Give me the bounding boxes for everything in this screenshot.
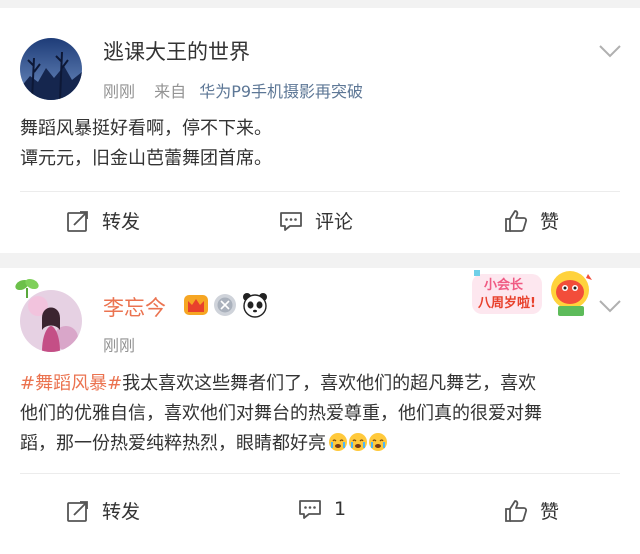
badge-text-2: 八周岁啦! (478, 296, 536, 311)
post-text-line: 谭元元，旧金山芭蕾舞团首席。 (20, 148, 272, 169)
medal-icon[interactable] (213, 293, 237, 317)
comment-label: 评论 (315, 211, 354, 233)
comment-button[interactable]: 1 (298, 497, 346, 521)
post-time: 刚刚 (103, 336, 136, 355)
like-icon (505, 209, 528, 232)
avatar[interactable] (20, 290, 82, 352)
source-link[interactable]: 华为P9手机摄影再突破 (199, 82, 363, 101)
post-text-segment: 我太喜欢这些舞者们了，喜欢他们的超凡舞艺，喜欢 (122, 373, 537, 394)
post-text-segment: 蹈，那一份热爱纯粹热烈，眼睛都好亮 (20, 433, 326, 454)
badge-text-1: 小会长 (484, 278, 524, 293)
repost-button[interactable]: 转发 (66, 207, 140, 234)
like-label: 赞 (540, 501, 560, 523)
post-text: 舞蹈风暴挺好看啊，停不下来。 谭元元，旧金山芭蕾舞团首席。 (20, 114, 620, 174)
post-meta: 刚刚 来自 华为P9手机摄影再突破 (103, 78, 363, 102)
like-button[interactable]: 赞 (504, 207, 559, 234)
like-icon (505, 499, 528, 522)
post-text-line: 舞蹈风暴挺好看啊，停不下来。 (20, 118, 272, 139)
repost-label: 转发 (102, 501, 141, 523)
repost-button[interactable]: 转发 (66, 497, 140, 524)
source-prefix: 来自 (154, 82, 187, 101)
repost-icon (67, 210, 88, 232)
crying-emoji-icon (369, 433, 387, 451)
post-text: #舞蹈风暴#我太喜欢这些舞者们了，喜欢他们的超凡舞艺，喜欢 他们的优雅自信，喜欢… (20, 369, 620, 459)
username[interactable]: 逃课大王的世界 (103, 36, 250, 66)
chevron-down-icon[interactable] (598, 299, 622, 313)
anniversary-badge[interactable]: 小会长 八周岁啦! (468, 268, 596, 318)
post-text-line: 他们的优雅自信，喜欢他们对舞台的热爱尊重，他们真的很爱对舞 (20, 403, 542, 424)
username[interactable]: 李忘今 (103, 292, 166, 322)
topic-link[interactable]: #舞蹈风暴# (20, 373, 122, 394)
like-button[interactable]: 赞 (504, 497, 559, 524)
comment-icon (280, 211, 302, 231)
like-label: 赞 (540, 211, 560, 233)
repost-label: 转发 (102, 211, 141, 233)
post-card-2: 李忘今 小会长 八周岁啦! 刚刚 #舞蹈风暴#我太喜欢这些舞者们了，喜欢他们的超… (0, 268, 640, 554)
divider (20, 191, 620, 192)
avatar[interactable] (20, 38, 82, 100)
comment-button[interactable]: 评论 (279, 207, 353, 234)
divider (20, 473, 620, 474)
repost-icon (67, 500, 88, 522)
post-text-line: 蹈，那一份热爱纯粹热烈，眼睛都好亮 (20, 429, 620, 459)
crying-emoji-icon (349, 433, 367, 451)
post-card-1: 逃课大王的世界 刚刚 来自 华为P9手机摄影再突破 舞蹈风暴挺好看啊，停不下来。… (0, 8, 640, 253)
post-time: 刚刚 (103, 82, 136, 101)
crying-emoji-icon (329, 433, 347, 451)
panda-icon[interactable] (242, 292, 268, 318)
post-text-line: #舞蹈风暴#我太喜欢这些舞者们了，喜欢他们的超凡舞艺，喜欢 (20, 369, 620, 399)
chevron-down-icon[interactable] (598, 44, 622, 58)
comment-icon (299, 500, 321, 519)
crown-icon[interactable] (183, 293, 209, 317)
comment-count: 1 (334, 498, 347, 520)
